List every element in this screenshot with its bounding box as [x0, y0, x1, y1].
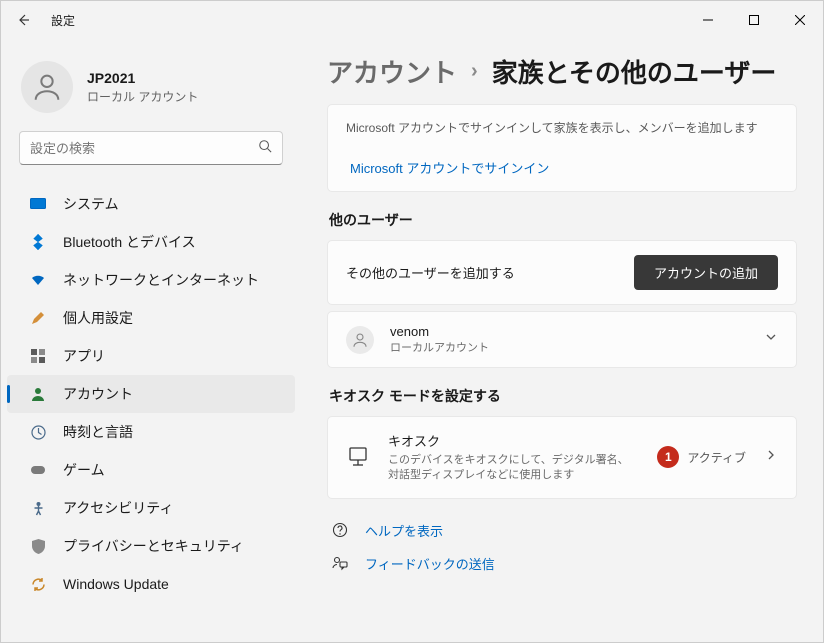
page-title: 家族とその他のユーザー	[492, 53, 777, 90]
nav-label: ネットワークとインターネット	[63, 270, 259, 290]
user-row-name: venom	[390, 324, 489, 339]
nav-label: Bluetooth とデバイス	[63, 232, 196, 252]
nav-network[interactable]: ネットワークとインターネット	[7, 261, 295, 299]
monitor-icon	[29, 195, 47, 213]
chevron-down-icon	[764, 330, 778, 349]
chevron-right-icon	[764, 448, 778, 467]
user-name: JP2021	[87, 70, 198, 86]
family-desc: Microsoft アカウントでサインインして家族を表示し、メンバーを追加します	[346, 119, 778, 136]
nav-list: システム Bluetooth とデバイス ネットワークとインターネット 個人用設…	[1, 179, 301, 642]
add-user-label: その他のユーザーを追加する	[346, 263, 515, 282]
kiosk-title: キオスク	[388, 431, 639, 450]
user-role: ローカル アカウント	[87, 88, 198, 105]
nav-time-language[interactable]: 時刻と言語	[7, 413, 295, 451]
search-input[interactable]	[30, 141, 258, 156]
help-label: ヘルプを表示	[365, 521, 443, 540]
search-box[interactable]	[19, 131, 283, 165]
kiosk-desc: このデバイスをキオスクにして、デジタル署名、対話型ディスプレイなどに使用します	[388, 453, 639, 484]
minimize-icon	[703, 15, 713, 25]
nav-label: 個人用設定	[63, 308, 133, 328]
search-icon	[258, 139, 272, 158]
person-icon	[29, 385, 47, 403]
maximize-button[interactable]	[731, 4, 777, 36]
help-link[interactable]: ヘルプを表示	[327, 521, 797, 540]
arrow-left-icon	[15, 12, 31, 28]
nav-gaming[interactable]: ゲーム	[7, 451, 295, 489]
feedback-label: フィードバックの送信	[365, 554, 495, 573]
close-icon	[795, 15, 805, 25]
feedback-link[interactable]: フィードバックの送信	[327, 554, 797, 573]
chevron-right-icon: ›	[471, 60, 478, 83]
kiosk-card[interactable]: キオスク このデバイスをキオスクにして、デジタル署名、対話型ディスプレイなどに使…	[327, 416, 797, 499]
breadcrumb: アカウント › 家族とその他のユーザー	[327, 53, 797, 90]
avatar	[346, 326, 374, 354]
breadcrumb-parent[interactable]: アカウント	[327, 53, 457, 90]
nav-accessibility[interactable]: アクセシビリティ	[7, 489, 295, 527]
kiosk-icon	[346, 445, 370, 469]
nav-label: システム	[63, 194, 119, 214]
shield-icon	[29, 537, 47, 555]
nav-label: 時刻と言語	[63, 422, 133, 442]
gamepad-icon	[29, 461, 47, 479]
status-badge: 1	[657, 446, 679, 468]
kiosk-status: アクティブ	[687, 449, 746, 466]
user-icon	[351, 331, 369, 349]
nav-label: Windows Update	[63, 576, 169, 592]
accessibility-icon	[29, 499, 47, 517]
minimize-button[interactable]	[685, 4, 731, 36]
nav-label: アプリ	[63, 346, 105, 366]
maximize-icon	[749, 15, 759, 25]
nav-label: ゲーム	[63, 460, 105, 480]
nav-privacy[interactable]: プライバシーとセキュリティ	[7, 527, 295, 565]
bluetooth-icon	[29, 233, 47, 251]
kiosk-section-title: キオスク モードを設定する	[329, 386, 797, 406]
close-button[interactable]	[777, 4, 823, 36]
apps-icon	[29, 347, 47, 365]
wifi-icon	[29, 271, 47, 289]
other-users-title: 他のユーザー	[329, 210, 797, 230]
back-button[interactable]	[13, 10, 33, 30]
family-card: Microsoft アカウントでサインインして家族を表示し、メンバーを追加します…	[327, 104, 797, 192]
nav-bluetooth[interactable]: Bluetooth とデバイス	[7, 223, 295, 261]
globe-clock-icon	[29, 423, 47, 441]
nav-label: プライバシーとセキュリティ	[63, 536, 244, 556]
user-row-role: ローカルアカウント	[390, 339, 489, 355]
add-account-button[interactable]: アカウントの追加	[634, 255, 778, 290]
window-title: 設定	[51, 12, 75, 29]
brush-icon	[29, 309, 47, 327]
avatar	[21, 61, 73, 113]
nav-personalization[interactable]: 個人用設定	[7, 299, 295, 337]
nav-label: アクセシビリティ	[63, 498, 173, 518]
user-icon	[30, 70, 64, 104]
nav-accounts[interactable]: アカウント	[7, 375, 295, 413]
feedback-icon	[331, 555, 349, 571]
current-user-block[interactable]: JP2021 ローカル アカウント	[1, 53, 301, 131]
add-user-row: その他のユーザーを追加する アカウントの追加	[327, 240, 797, 305]
help-icon	[331, 522, 349, 538]
update-icon	[29, 575, 47, 593]
nav-system[interactable]: システム	[7, 185, 295, 223]
nav-apps[interactable]: アプリ	[7, 337, 295, 375]
ms-signin-link[interactable]: Microsoft アカウントでサインイン	[346, 158, 778, 177]
user-row[interactable]: venom ローカルアカウント	[327, 311, 797, 368]
nav-label: アカウント	[63, 384, 133, 404]
nav-windows-update[interactable]: Windows Update	[7, 565, 295, 603]
